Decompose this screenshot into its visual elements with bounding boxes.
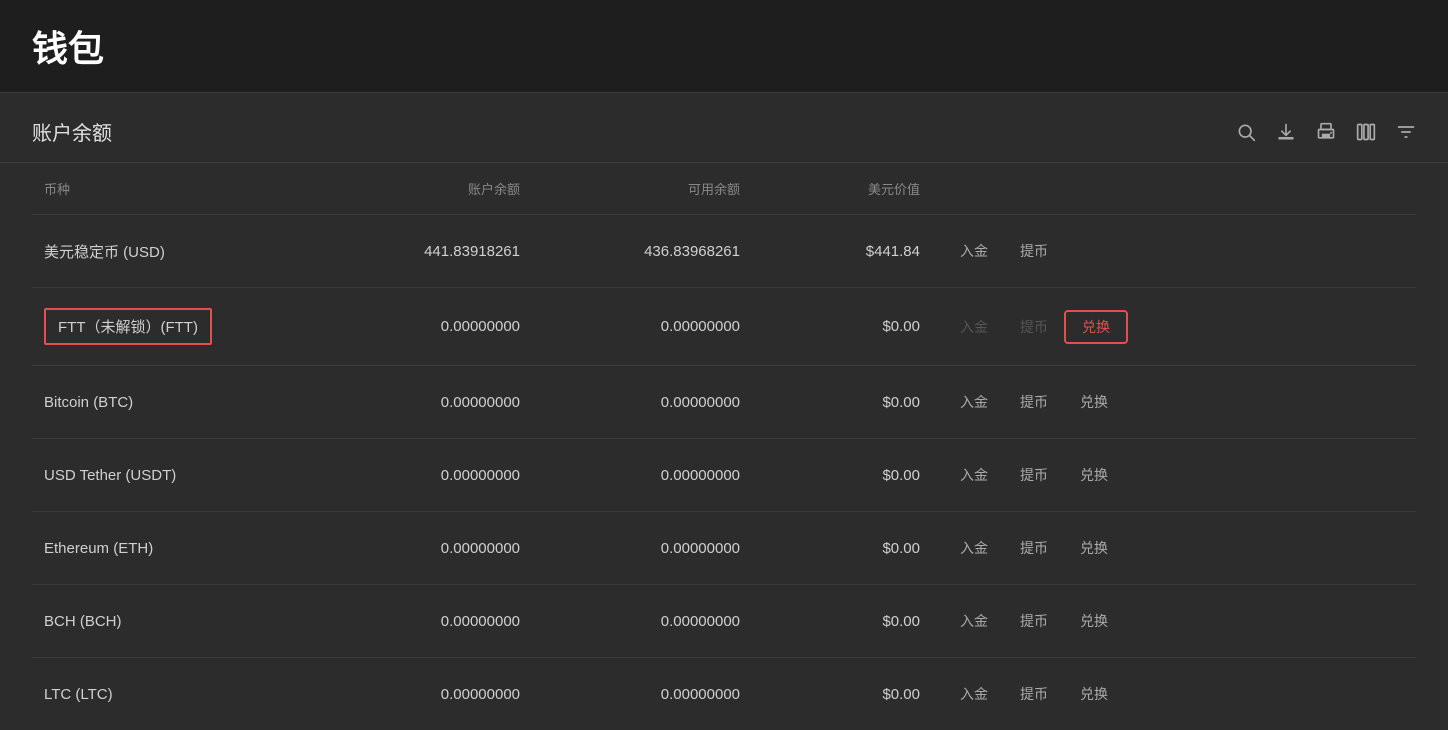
currency-cell: 美元稳定币 (USD) <box>32 215 312 288</box>
filter-icon[interactable] <box>1396 122 1416 142</box>
available-balance-cell: 0.00000000 <box>532 512 752 585</box>
deposit-button[interactable]: 入金 <box>944 235 1004 267</box>
account-balance-cell: 0.00000000 <box>312 512 532 585</box>
deposit-button[interactable]: 入金 <box>944 386 1004 418</box>
currency-cell: LTC (LTC) <box>32 658 312 730</box>
currency-cell: Ethereum (ETH) <box>32 512 312 585</box>
col-header-usd-value: 美元价值 <box>752 163 932 215</box>
actions-cell: 入金提币兑换 <box>932 658 1416 730</box>
withdraw-button[interactable]: 提币 <box>1004 459 1064 491</box>
deposit-button: 入金 <box>944 311 1004 343</box>
balances-table: 币种 账户余额 可用余额 美元价值 美元稳定币 (USD)441.8391826… <box>32 163 1416 730</box>
account-balance-cell: 0.00000000 <box>312 366 532 439</box>
section-header: 账户余额 <box>0 93 1448 163</box>
section-title: 账户余额 <box>32 117 112 146</box>
usd-value-cell: $0.00 <box>752 512 932 585</box>
deposit-button[interactable]: 入金 <box>944 532 1004 564</box>
withdraw-button[interactable]: 提币 <box>1004 532 1064 564</box>
exchange-button[interactable]: 兑换 <box>1064 459 1124 491</box>
currency-cell: USD Tether (USDT) <box>32 439 312 512</box>
actions-cell: 入金提币 <box>932 215 1416 288</box>
actions-cell: 入金提币兑换 <box>932 439 1416 512</box>
currency-cell: Bitcoin (BTC) <box>32 366 312 439</box>
search-icon[interactable] <box>1236 122 1256 142</box>
usd-value-cell: $0.00 <box>752 366 932 439</box>
table-row: Ethereum (ETH)0.000000000.00000000$0.00入… <box>32 512 1416 585</box>
table-row: BCH (BCH)0.000000000.00000000$0.00入金提币兑换 <box>32 585 1416 658</box>
exchange-button[interactable]: 兑换 <box>1064 605 1124 637</box>
account-balance-cell: 0.00000000 <box>312 439 532 512</box>
account-balance-cell: 0.00000000 <box>312 658 532 730</box>
exchange-button[interactable]: 兑换 <box>1064 678 1124 710</box>
usd-value-cell: $441.84 <box>752 215 932 288</box>
actions-cell: 入金提币兑换 <box>932 512 1416 585</box>
deposit-button[interactable]: 入金 <box>944 678 1004 710</box>
withdraw-button[interactable]: 提币 <box>1004 678 1064 710</box>
columns-icon[interactable] <box>1356 122 1376 142</box>
currency-cell: FTT（未解锁）(FTT) <box>32 288 312 366</box>
table-header-row: 币种 账户余额 可用余额 美元价值 <box>32 163 1416 215</box>
table-row: LTC (LTC)0.000000000.00000000$0.00入金提币兑换 <box>32 658 1416 730</box>
usd-value-cell: $0.00 <box>752 585 932 658</box>
deposit-button[interactable]: 入金 <box>944 459 1004 491</box>
available-balance-cell: 0.00000000 <box>532 288 752 366</box>
print-icon[interactable] <box>1316 122 1336 142</box>
col-header-currency: 币种 <box>32 163 312 215</box>
usd-value-cell: $0.00 <box>752 288 932 366</box>
table-row: USD Tether (USDT)0.000000000.00000000$0.… <box>32 439 1416 512</box>
available-balance-cell: 0.00000000 <box>532 585 752 658</box>
download-icon[interactable] <box>1276 122 1296 142</box>
col-header-available-balance: 可用余额 <box>532 163 752 215</box>
account-balance-cell: 0.00000000 <box>312 585 532 658</box>
col-header-account-balance: 账户余额 <box>312 163 532 215</box>
table-container: 币种 账户余额 可用余额 美元价值 美元稳定币 (USD)441.8391826… <box>0 163 1448 730</box>
account-balance-cell: 441.83918261 <box>312 215 532 288</box>
actions-cell: 入金提币兑换 <box>932 288 1416 366</box>
withdraw-button[interactable]: 提币 <box>1004 235 1064 267</box>
usd-value-cell: $0.00 <box>752 439 932 512</box>
available-balance-cell: 0.00000000 <box>532 658 752 730</box>
main-content: 账户余额 <box>0 93 1448 730</box>
withdraw-button[interactable]: 提币 <box>1004 605 1064 637</box>
actions-cell: 入金提币兑换 <box>932 366 1416 439</box>
table-row: 美元稳定币 (USD)441.83918261436.83968261$441.… <box>32 215 1416 288</box>
ftt-name-highlight: FTT（未解锁）(FTT) <box>44 308 212 345</box>
deposit-button[interactable]: 入金 <box>944 605 1004 637</box>
toolbar <box>1236 122 1416 142</box>
account-balance-cell: 0.00000000 <box>312 288 532 366</box>
available-balance-cell: 436.83968261 <box>532 215 752 288</box>
exchange-button[interactable]: 兑换 <box>1064 386 1124 418</box>
withdraw-button[interactable]: 提币 <box>1004 386 1064 418</box>
usd-value-cell: $0.00 <box>752 658 932 730</box>
table-row: Bitcoin (BTC)0.000000000.00000000$0.00入金… <box>32 366 1416 439</box>
available-balance-cell: 0.00000000 <box>532 439 752 512</box>
exchange-button[interactable]: 兑换 <box>1064 310 1128 344</box>
table-row: FTT（未解锁）(FTT)0.000000000.00000000$0.00入金… <box>32 288 1416 366</box>
actions-cell: 入金提币兑换 <box>932 585 1416 658</box>
withdraw-button: 提币 <box>1004 311 1064 343</box>
page-header: 钱包 <box>0 0 1448 93</box>
exchange-button[interactable]: 兑换 <box>1064 532 1124 564</box>
available-balance-cell: 0.00000000 <box>532 366 752 439</box>
currency-cell: BCH (BCH) <box>32 585 312 658</box>
page-title: 钱包 <box>32 20 1416 72</box>
